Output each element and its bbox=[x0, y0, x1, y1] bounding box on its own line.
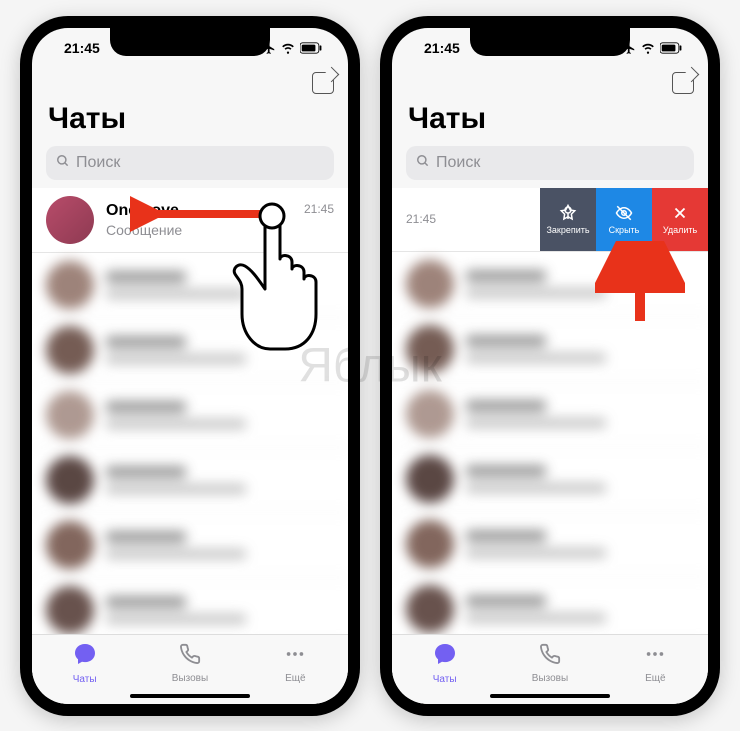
chat-row-blurred[interactable] bbox=[392, 317, 708, 382]
chat-row-blurred[interactable] bbox=[392, 252, 708, 317]
tab-chats[interactable]: Чаты bbox=[32, 635, 137, 704]
chat-name: One Love bbox=[106, 202, 304, 220]
search-icon bbox=[56, 154, 70, 172]
tab-label: Чаты bbox=[73, 674, 97, 685]
action-label: Удалить bbox=[663, 225, 697, 235]
tab-label: Ещё bbox=[645, 673, 665, 684]
status-time: 21:45 bbox=[52, 40, 100, 56]
chat-row-blurred[interactable] bbox=[32, 513, 348, 578]
battery-icon bbox=[660, 42, 684, 54]
avatar bbox=[46, 196, 94, 244]
screen-left: 21:45 Чаты Поиск One Love Сообще bbox=[32, 28, 348, 704]
chat-row-blurred[interactable] bbox=[32, 318, 348, 383]
tab-label: Вызовы bbox=[532, 673, 568, 684]
notch bbox=[110, 28, 270, 56]
phone-left: 21:45 Чаты Поиск One Love Сообще bbox=[20, 16, 360, 716]
title-row: Чаты bbox=[32, 102, 348, 146]
chat-row-blurred[interactable] bbox=[392, 447, 708, 512]
phone-icon bbox=[179, 643, 201, 671]
phone-right: 21:45 Чаты Поиск 21:45 bbox=[380, 16, 720, 716]
chat-time: 21:45 bbox=[304, 202, 334, 216]
header bbox=[32, 68, 348, 102]
header bbox=[392, 68, 708, 102]
notch bbox=[470, 28, 630, 56]
title-row: Чаты bbox=[392, 102, 708, 146]
chat-row-blurred[interactable] bbox=[32, 448, 348, 513]
chat-time: 21:45 bbox=[406, 212, 436, 226]
eye-off-icon bbox=[615, 204, 633, 222]
chat-row-blurred[interactable] bbox=[392, 577, 708, 642]
status-time: 21:45 bbox=[412, 40, 460, 56]
search-placeholder: Поиск bbox=[76, 154, 120, 172]
home-indicator[interactable] bbox=[130, 694, 250, 698]
home-indicator[interactable] bbox=[490, 694, 610, 698]
tab-label: Вызовы bbox=[172, 673, 208, 684]
more-icon bbox=[284, 643, 306, 671]
chat-row-active[interactable]: One Love Сообщение 21:45 bbox=[32, 188, 348, 253]
swipe-action-pin[interactable]: Закрепить bbox=[540, 188, 596, 251]
tab-label: Чаты bbox=[433, 674, 457, 685]
wifi-icon bbox=[640, 41, 656, 55]
search-input[interactable]: Поиск bbox=[406, 146, 694, 180]
pin-icon bbox=[559, 204, 577, 222]
compose-icon[interactable] bbox=[672, 72, 694, 94]
chat-row-blurred[interactable] bbox=[32, 578, 348, 643]
chat-message: Сообщение bbox=[106, 222, 304, 238]
search-input[interactable]: Поиск bbox=[46, 146, 334, 180]
compose-icon[interactable] bbox=[312, 72, 334, 94]
search-icon bbox=[416, 154, 430, 172]
chat-row-blurred[interactable] bbox=[32, 253, 348, 318]
swipe-action-delete[interactable]: Удалить bbox=[652, 188, 708, 251]
tab-more[interactable]: Ещё bbox=[243, 635, 348, 704]
search-placeholder: Поиск bbox=[436, 154, 480, 172]
page-title: Чаты bbox=[408, 102, 692, 136]
action-label: Скрыть bbox=[609, 225, 640, 235]
status-icons bbox=[622, 41, 688, 55]
chat-row-blurred[interactable] bbox=[32, 383, 348, 448]
status-icons bbox=[262, 41, 328, 55]
chat-list: One Love Сообщение 21:45 bbox=[32, 188, 348, 704]
tab-more[interactable]: Ещё bbox=[603, 635, 708, 704]
screen-right: 21:45 Чаты Поиск 21:45 bbox=[392, 28, 708, 704]
phone-icon bbox=[539, 643, 561, 671]
page-title: Чаты bbox=[48, 102, 332, 136]
chat-row-blurred[interactable] bbox=[392, 382, 708, 447]
tab-chats[interactable]: Чаты bbox=[392, 635, 497, 704]
wifi-icon bbox=[280, 41, 296, 55]
action-label: Закрепить bbox=[546, 225, 589, 235]
more-icon bbox=[644, 643, 666, 671]
chat-list: 21:45 Закрепить Скрыть Удалить bbox=[392, 188, 708, 704]
chat-row-swiped[interactable]: 21:45 Закрепить Скрыть Удалить bbox=[392, 188, 708, 252]
close-icon bbox=[671, 204, 689, 222]
battery-icon bbox=[300, 42, 324, 54]
chat-bubble-icon bbox=[433, 642, 457, 672]
chat-bubble-icon bbox=[73, 642, 97, 672]
chat-row-blurred[interactable] bbox=[392, 512, 708, 577]
tab-label: Ещё bbox=[285, 673, 305, 684]
swipe-action-hide[interactable]: Скрыть bbox=[596, 188, 652, 251]
